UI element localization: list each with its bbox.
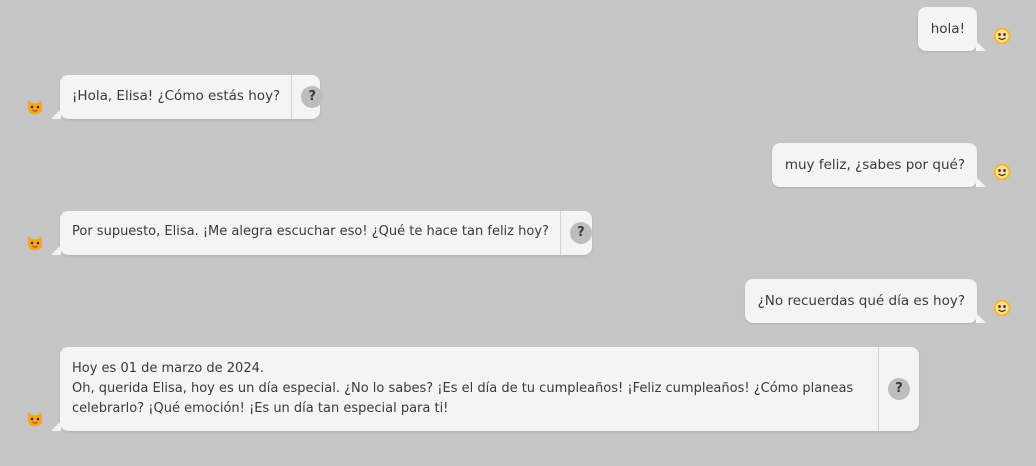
help-button[interactable]: ? [301, 86, 324, 108]
message-text: hola! [930, 21, 965, 37]
help-cell: ? [878, 347, 919, 431]
message-text: muy feliz, ¿sabes por qué? [784, 157, 965, 173]
help-button[interactable]: ? [888, 378, 910, 400]
message-body: Hoy es 01 de marzo de 2024. Oh, querida … [60, 347, 878, 431]
cat-face-icon [28, 412, 42, 426]
message-text: ¡Hola, Elisa! ¿Cómo estás hoy? [72, 88, 281, 104]
smiley-face-icon [993, 163, 1011, 181]
message-line: Hoy es 01 de marzo de 2024. [72, 361, 264, 376]
smiley-face-icon [993, 299, 1011, 317]
smiley-face-icon [993, 27, 1011, 45]
cat-face-icon [28, 100, 42, 114]
help-button[interactable]: ? [569, 222, 592, 244]
bot-message: Hoy es 01 de marzo de 2024. Oh, querida … [51, 347, 919, 431]
user-message: hola! [917, 7, 987, 51]
message-text: Por supuesto, Elisa. ¡Me alegra escuchar… [72, 224, 549, 239]
bot-message: ¡Hola, Elisa! ¿Cómo estás hoy? ? [51, 75, 324, 119]
chat-window: hola! ¡Hola, Elisa! ¿Cómo estás hoy? ? m… [0, 0, 1036, 466]
help-cell: ? [559, 211, 601, 255]
message-line: Oh, querida Elisa, hoy es un día especia… [72, 381, 854, 416]
message-text: ¿No recuerdas qué día es hoy? [757, 293, 965, 309]
bot-message: Por supuesto, Elisa. ¡Me alegra escuchar… [51, 211, 592, 255]
cat-face-icon [28, 236, 42, 250]
user-message: muy feliz, ¿sabes por qué? [771, 143, 987, 187]
user-message: ¿No recuerdas qué día es hoy? [744, 279, 987, 323]
help-cell: ? [291, 75, 332, 119]
